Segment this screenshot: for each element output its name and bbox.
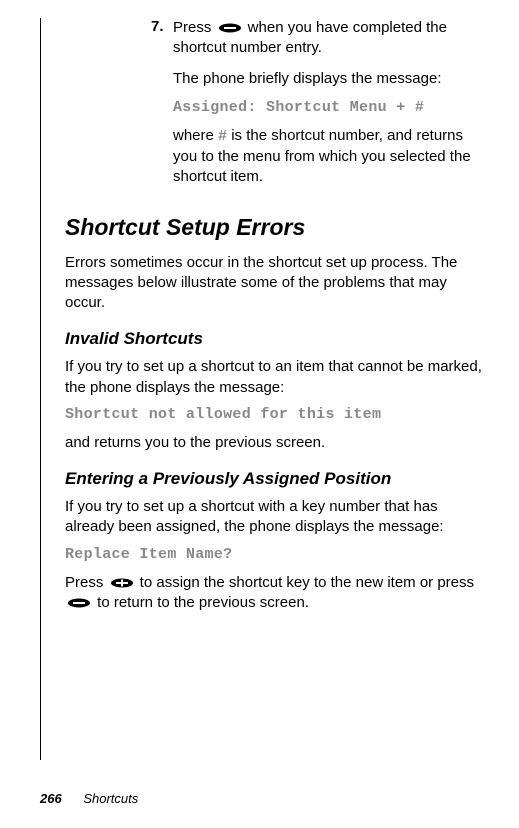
invalid-p1: If you try to set up a shortcut to an it… — [65, 357, 491, 398]
step-followup-2: where # is the shortcut number, and retu… — [173, 126, 491, 188]
chapter-name: Shortcuts — [83, 791, 138, 806]
plus-key-icon — [110, 578, 134, 588]
assigned-p2: Press to assign the shortcut key to the … — [65, 573, 491, 614]
step-text-part1: Press — [173, 19, 216, 36]
heading-entering-previously-assigned: Entering a Previously Assigned Position — [65, 469, 491, 489]
heading-shortcut-setup-errors: Shortcut Setup Errors — [65, 214, 491, 241]
p2-part-b: to assign the shortcut key to the new it… — [136, 574, 475, 591]
invalid-message: Shortcut not allowed for this item — [65, 406, 491, 423]
assigned-message: Assigned: Shortcut Menu + # — [173, 99, 491, 116]
intro-paragraph: Errors sometimes occur in the shortcut s… — [65, 253, 491, 314]
step-7: 7. Press when you have completed the sho… — [151, 18, 491, 59]
step-followup-1: The phone briefly displays the message: — [173, 69, 491, 89]
assigned-p1: If you try to set up a shortcut with a k… — [65, 497, 491, 538]
page-footer: 266 Shortcuts — [40, 791, 138, 806]
step-followup-2a: where — [173, 127, 218, 144]
content-column: 7. Press when you have completed the sho… — [40, 18, 491, 760]
p2-part-a: Press — [65, 574, 108, 591]
p2-part-c: to return to the previous screen. — [93, 594, 309, 611]
minus-key-icon — [218, 23, 242, 33]
heading-invalid-shortcuts: Invalid Shortcuts — [65, 329, 491, 349]
page-number: 266 — [40, 791, 62, 806]
step-text: Press when you have completed the shortc… — [173, 18, 491, 59]
invalid-p2: and returns you to the previous screen. — [65, 433, 491, 453]
hash-symbol: # — [218, 128, 227, 145]
step-number: 7. — [151, 18, 173, 59]
replace-message: Replace Item Name? — [65, 546, 491, 563]
minus-key-icon-2 — [67, 598, 91, 608]
